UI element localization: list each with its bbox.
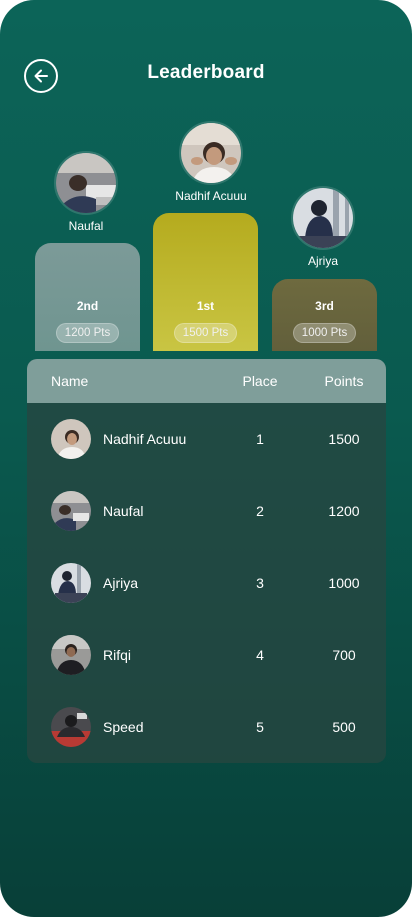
- rank-label-third: 3rd: [315, 299, 334, 313]
- page-title: Leaderboard: [147, 62, 265, 83]
- points-badge-second: 1200 Pts: [55, 323, 120, 343]
- player-place: 1: [256, 431, 264, 447]
- player-name: Rifqi: [103, 647, 132, 663]
- avatar-third-place: [291, 186, 355, 250]
- podium-name-first: Nadhif Acuuu: [175, 189, 247, 203]
- podium-first: 1st 1500 Pts: [153, 213, 258, 351]
- leaderboard-table: Name Place Points Nadhif Acuuu 1 1500 Na…: [27, 359, 386, 763]
- avatar: [51, 635, 91, 675]
- column-header-name: Name: [51, 373, 89, 389]
- table-row[interactable]: Naufal 2 1200: [27, 475, 386, 547]
- avatar: [51, 491, 91, 531]
- table-row[interactable]: Nadhif Acuuu 1 1500: [27, 403, 386, 475]
- avatar: [51, 419, 91, 459]
- player-name: Speed: [103, 719, 144, 735]
- player-points: 1500: [328, 431, 360, 447]
- podium-name-second: Naufal: [68, 219, 104, 233]
- player-name: Ajriya: [103, 575, 139, 591]
- avatar-second-place: [54, 151, 118, 215]
- player-name: Naufal: [103, 503, 144, 519]
- table-row[interactable]: Rifqi 4 700: [27, 619, 386, 691]
- player-place: 4: [256, 647, 264, 663]
- podium-second: 2nd 1200 Pts: [35, 243, 140, 351]
- column-header-place: Place: [242, 373, 278, 389]
- avatar: [51, 707, 91, 747]
- table-header: Name Place Points: [27, 359, 386, 403]
- leaderboard-screen: Leaderboard Nadhif Acuuu Naufal Ajriya 2…: [0, 0, 412, 917]
- player-name: Nadhif Acuuu: [103, 431, 187, 447]
- table-row[interactable]: Speed 5 500: [27, 691, 386, 763]
- points-badge-third: 1000 Pts: [292, 323, 357, 343]
- player-place: 3: [256, 575, 264, 591]
- player-place: 5: [256, 719, 264, 735]
- avatar-first-place: [179, 121, 243, 185]
- table-row[interactable]: Ajriya 3 1000: [27, 547, 386, 619]
- column-header-points: Points: [324, 373, 364, 389]
- player-points: 1200: [328, 503, 360, 519]
- player-points: 700: [332, 647, 356, 663]
- rank-label-second: 2nd: [76, 299, 99, 313]
- player-place: 2: [256, 503, 264, 519]
- player-points: 1000: [328, 575, 360, 591]
- rank-label-first: 1st: [196, 299, 215, 313]
- avatar: [51, 563, 91, 603]
- points-badge-first: 1500 Pts: [173, 323, 238, 343]
- podium-third: 3rd 1000 Pts: [272, 279, 377, 351]
- player-points: 500: [332, 719, 356, 735]
- podium-name-third: Ajriya: [307, 254, 338, 268]
